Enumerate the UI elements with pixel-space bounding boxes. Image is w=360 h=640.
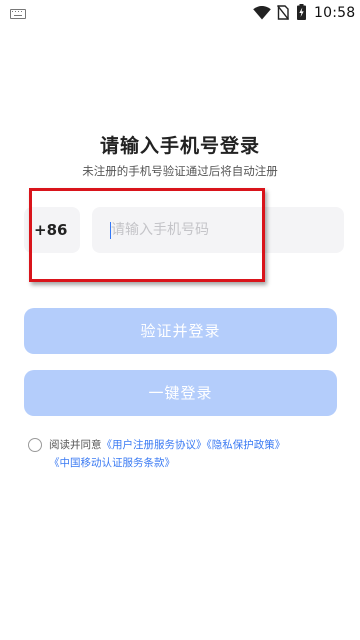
cmcc-terms-link[interactable]: 《中国移动认证服务条款》: [49, 457, 175, 469]
phone-input-row: +86: [24, 207, 344, 253]
phone-number-input[interactable]: [92, 207, 344, 253]
wifi-icon: [253, 6, 271, 20]
agreement-prefix: 阅读并同意: [49, 439, 102, 451]
page-title: 请输入手机号登录: [99, 135, 260, 157]
phone-field-container: [92, 207, 344, 253]
text-cursor: [110, 222, 111, 239]
battery-charging-icon: [297, 4, 306, 20]
status-bar: 10:58: [0, 0, 360, 28]
agreement-checkbox[interactable]: [28, 438, 42, 452]
verify-login-button[interactable]: 验证并登录: [24, 308, 337, 354]
one-click-login-button[interactable]: 一键登录: [24, 370, 337, 416]
no-sim-icon: [277, 5, 289, 20]
user-agreement-link[interactable]: 《用户注册服务协议》: [102, 439, 207, 451]
country-code-selector[interactable]: +86: [24, 207, 80, 253]
keyboard-icon: [10, 9, 26, 19]
status-time: 10:58: [314, 5, 356, 21]
agreement-line-1: 阅读并同意《用户注册服务协议》《隐私保护政策》: [49, 437, 285, 453]
page-subtitle: 未注册的手机号验证通过后将自动注册: [82, 164, 278, 178]
agreement-line-2: 《中国移动认证服务条款》: [49, 455, 175, 471]
privacy-policy-link[interactable]: 《隐私保护政策》: [207, 439, 286, 451]
country-code-label: +86: [34, 221, 68, 239]
